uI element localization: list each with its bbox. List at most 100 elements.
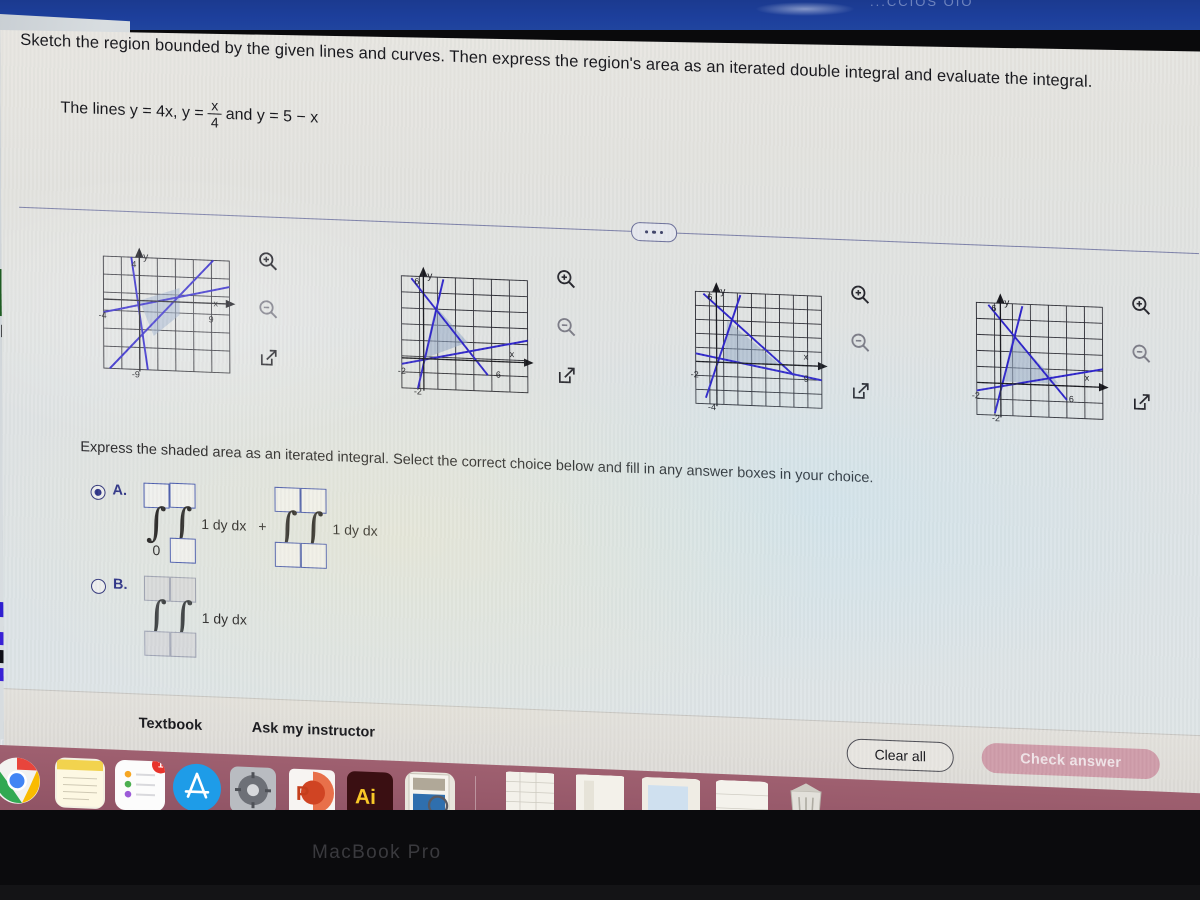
choice-a-outer-limits-2: ∫ — [274, 487, 300, 568]
dock-icon-app-store[interactable] — [172, 762, 222, 814]
ask-instructor-link[interactable]: Ask my instructor — [252, 720, 375, 741]
laptop-bezel-bottom — [0, 885, 1200, 900]
dock-icon-chrome[interactable] — [0, 755, 42, 807]
choice-a-integrand-1: 1 dy dx — [201, 515, 247, 534]
svg-text:9: 9 — [804, 374, 809, 384]
svg-text:x: x — [510, 349, 515, 359]
svg-text:-2: -2 — [992, 413, 1000, 423]
choice-a-expression: ∫ 0 ∫ 1 dy dx + ∫ ∫ 1 dy dx — [143, 482, 382, 571]
graph-b-tools — [551, 264, 594, 396]
svg-text:x: x — [213, 298, 218, 308]
answer-choice-a[interactable]: A. ∫ 0 ∫ 1 dy dx + ∫ ∫ 1 dy dx — [90, 482, 381, 571]
svg-text:y: y — [427, 271, 432, 282]
choice-a-plus: + — [258, 518, 267, 535]
integral-sign: ∫ — [146, 592, 168, 640]
zoom-out-icon[interactable] — [253, 294, 283, 325]
clear-all-button[interactable]: Clear all — [847, 738, 954, 772]
device-model-label: MacBook Pro — [312, 842, 442, 863]
screen-glare — [755, 2, 855, 16]
svg-text:-2: -2 — [398, 366, 406, 376]
answer-box-a4-lower[interactable] — [301, 543, 327, 569]
graph-choice-a[interactable]: y x 4 -4 9 -9 — [93, 236, 344, 414]
answer-limit-a1-lower: 0 — [152, 541, 161, 558]
graph-choice-c[interactable]: y x 6 -2 9 -4 — [685, 269, 936, 447]
radio-choice-a[interactable] — [90, 485, 105, 501]
answer-box-b1-lower[interactable] — [144, 631, 170, 657]
expand-icon[interactable] — [254, 342, 284, 373]
given-lines: The lines y = 4x, y = x 4 and y = 5 − x — [60, 92, 318, 134]
zoom-in-icon[interactable] — [845, 279, 875, 310]
answer-box-a3-lower[interactable] — [275, 542, 301, 568]
fraction-denominator: 4 — [210, 114, 219, 131]
svg-text:-2: -2 — [972, 390, 980, 400]
graph-choice-b[interactable]: y x 6 -2 6 -2 — [391, 253, 642, 431]
graph-a-plot[interactable]: y x 4 -4 9 -9 — [93, 242, 244, 384]
zoom-out-icon[interactable] — [551, 312, 581, 343]
integral-sign: ∫ — [171, 499, 193, 547]
svg-text:-2: -2 — [691, 369, 699, 379]
answer-box-a2-lower[interactable] — [169, 538, 195, 564]
top-bar-ghost-text: ...CCIOS OIO — [870, 0, 974, 9]
answer-instruction: Express the shaded area as an iterated i… — [80, 439, 874, 487]
choice-a-integrand-2: 1 dy dx — [332, 521, 378, 539]
screen-photo: ...CCIOS OIO lo 3 d ⋅ ⋅ ⋅ rd ⟶ Sketch th… — [0, 0, 1200, 900]
zoom-out-icon[interactable] — [1127, 338, 1157, 369]
choice-a-inner-limits-1: ∫ — [169, 483, 195, 564]
graph-choice-row: y x 4 -4 9 -9 y x 6 -2 6 -2 y x 6 -2 9 -… — [1, 232, 1200, 450]
graph-choice-d[interactable]: y x 6 -2 6 -2 — [966, 280, 1200, 458]
zoom-in-icon[interactable] — [1126, 290, 1156, 321]
svg-text:4: 4 — [131, 259, 136, 269]
svg-text:6: 6 — [1069, 394, 1074, 404]
expand-icon[interactable] — [1127, 386, 1157, 417]
svg-text:6: 6 — [707, 292, 712, 302]
dock-icon-system-preferences[interactable] — [228, 764, 278, 816]
graph-b-plot[interactable]: y x 6 -2 6 -2 — [391, 259, 542, 401]
radio-choice-b[interactable] — [91, 579, 106, 595]
graph-a-tools — [253, 246, 296, 378]
zoom-in-icon[interactable] — [551, 264, 581, 295]
choice-b-outer-limits: ∫ — [143, 576, 169, 657]
integral-sign: ∫ — [276, 503, 299, 551]
svg-text:6: 6 — [991, 303, 996, 313]
choice-a-outer-limits-1: ∫ 0 — [143, 483, 169, 562]
svg-text:-2: -2 — [414, 386, 422, 396]
zoom-out-icon[interactable] — [846, 327, 876, 358]
fraction-x-over-4: x 4 — [208, 98, 222, 130]
expand-icon[interactable] — [552, 360, 582, 391]
question-prompt: Sketch the region bounded by the given l… — [20, 30, 1093, 91]
more-options-ellipsis-button[interactable] — [631, 222, 677, 243]
svg-text:Ai: Ai — [355, 785, 376, 809]
svg-text:x: x — [804, 352, 809, 362]
graph-c-plot[interactable]: y x 6 -2 9 -4 — [685, 275, 836, 417]
browser-top-bar: ...CCIOS OIO — [0, 0, 1200, 30]
textbook-link[interactable]: Textbook — [139, 715, 202, 733]
integral-sign: ∫ — [172, 593, 194, 641]
graph-d-plot[interactable]: y x 6 -2 6 -2 — [966, 286, 1117, 428]
given-prefix: The lines y = 4x, y = — [60, 99, 204, 122]
given-suffix: and y = 5 − x — [225, 105, 319, 127]
choice-b-inner-limits: ∫ — [169, 577, 195, 658]
answer-box-b2-lower[interactable] — [170, 632, 196, 658]
zoom-in-icon[interactable] — [253, 246, 283, 277]
choice-b-integrand: 1 dy dx — [201, 609, 247, 628]
integral-sign: ∫ — [302, 504, 325, 552]
svg-text:-4: -4 — [708, 402, 716, 412]
dock-icon-reminders[interactable]: 1 — [115, 759, 165, 812]
integral-sign: ∫ — [145, 499, 167, 547]
dock-icon-notes[interactable] — [55, 757, 105, 810]
expand-icon[interactable] — [846, 375, 876, 406]
svg-text:x: x — [1085, 373, 1090, 383]
fraction-numerator: x — [211, 97, 219, 114]
check-answer-button[interactable]: Check answer — [982, 743, 1160, 780]
choice-b-expression: ∫ ∫ 1 dy dx — [143, 576, 251, 660]
svg-text:9: 9 — [209, 314, 214, 324]
svg-text:-9: -9 — [132, 369, 140, 379]
svg-text:P: P — [296, 783, 309, 806]
svg-text:y: y — [143, 252, 148, 263]
graph-d-tools — [1126, 290, 1169, 422]
answer-choice-b[interactable]: B. ∫ ∫ 1 dy dx — [91, 576, 251, 660]
choice-b-letter: B. — [112, 576, 128, 594]
svg-text:6: 6 — [496, 369, 501, 379]
homework-page: Sketch the region bounded by the given l… — [0, 4, 1200, 812]
svg-text:-4: -4 — [99, 310, 107, 320]
